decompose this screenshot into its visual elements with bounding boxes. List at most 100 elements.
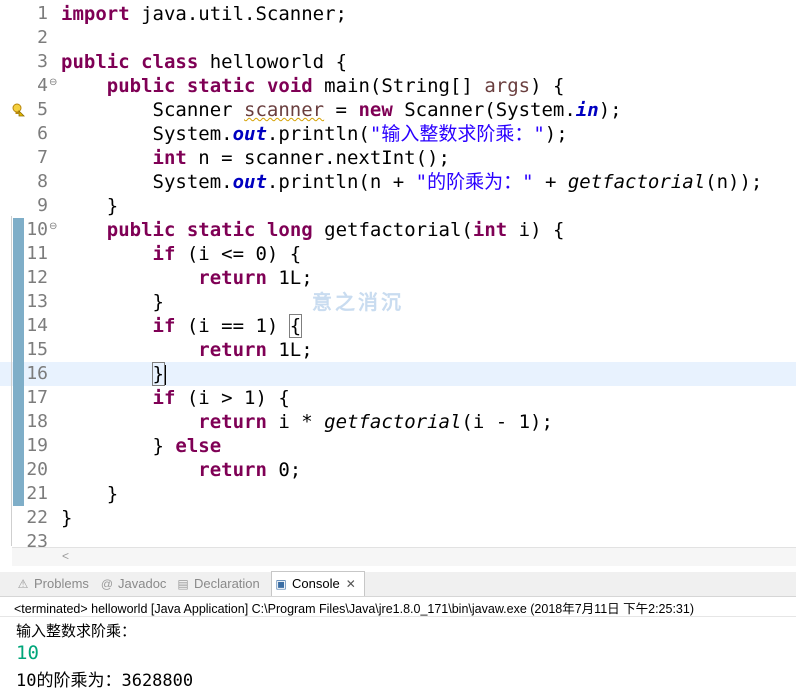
code-line[interactable]: 19 } else (0, 434, 796, 458)
fold-toggle-icon[interactable]: ⊖ (49, 218, 57, 236)
code-line[interactable]: 20 return 0; (0, 458, 796, 482)
code-token: static (186, 75, 256, 97)
code-token: { (288, 314, 303, 338)
code-token: int (472, 219, 508, 241)
tab-label: Javadoc (118, 576, 167, 591)
line-number: 1 (37, 3, 48, 24)
line-number: 15 (26, 339, 48, 360)
change-marker (13, 314, 24, 338)
code-token: int (152, 147, 187, 169)
tab-problems[interactable]: ⚠ Problems (14, 572, 92, 596)
tab-console[interactable]: ▣ Console ✕ (271, 571, 365, 596)
line-number: 17 (26, 387, 48, 408)
code-token: } (61, 507, 73, 529)
code-line[interactable]: 10 ⊖ public static long getfactorial(int … (0, 218, 796, 242)
code-line[interactable]: 3 public class helloworld { (0, 50, 796, 74)
line-number: 2 (37, 27, 48, 48)
code-token: public (61, 51, 130, 73)
line-number: 4 (37, 75, 48, 96)
code-text: Scanner scanner = new Scanner(System.in)… (61, 98, 622, 122)
code-token: void (266, 75, 313, 97)
change-marker (13, 386, 24, 410)
code-token: if (152, 387, 176, 409)
code-token: helloworld { (198, 51, 348, 73)
change-marker (13, 290, 24, 314)
code-text: public class helloworld { (61, 50, 347, 74)
code-line[interactable]: 9 } (0, 194, 796, 218)
code-text: System.out.println("输入整数求阶乘："); (61, 122, 568, 146)
code-line[interactable]: 2 (0, 26, 796, 50)
code-line[interactable]: 15 return 1L; (0, 338, 796, 362)
code-token: 1L; (266, 267, 313, 289)
change-marker (13, 482, 24, 506)
console-output-prompt: 输入整数求阶乘： (16, 622, 137, 640)
code-token: new (358, 99, 393, 121)
line-number: 12 (26, 267, 48, 288)
code-line[interactable]: 23 (0, 530, 796, 547)
tab-label: Declaration (194, 576, 260, 591)
code-text: } else (61, 434, 222, 458)
console-icon: ▣ (275, 577, 287, 591)
horizontal-scrollbar[interactable]: < (12, 547, 796, 566)
code-token: else (175, 435, 222, 457)
code-line[interactable]: 4 ⊖ public static void main(String[] args… (0, 74, 796, 98)
code-text: } (61, 482, 118, 506)
line-number: 11 (26, 243, 48, 264)
code-token: n = scanner.nextInt(); (186, 147, 450, 169)
code-line[interactable]: 21 } (0, 482, 796, 506)
line-number: 13 (26, 291, 48, 312)
console-status: <terminated> helloworld [Java Applicatio… (14, 602, 694, 616)
code-line[interactable]: 11 if (i <= 0) { (0, 242, 796, 266)
code-token: return (198, 459, 267, 481)
tab-declaration[interactable]: ▤ Declaration (174, 572, 266, 596)
code-line[interactable]: 17 if (i > 1) { (0, 386, 796, 410)
code-line[interactable]: 5 Scanner scanner = new Scanner(System.i… (0, 98, 796, 122)
fold-toggle-icon[interactable]: ⊖ (49, 74, 57, 92)
code-editor[interactable]: 1 import java.util.Scanner; 2 3 public class… (0, 0, 796, 547)
code-token: "的阶乘为：" (415, 171, 534, 193)
code-line[interactable]: 22} (0, 506, 796, 530)
code-token: 0; (266, 459, 302, 481)
close-icon[interactable]: ✕ (346, 577, 356, 591)
code-text: import java.util.Scanner; (61, 2, 347, 26)
warning-bulb-icon[interactable] (11, 103, 25, 117)
line-number: 20 (26, 459, 48, 480)
console-divider (0, 616, 796, 617)
code-text: public static long getfactorial(int i) { (61, 218, 565, 242)
code-line[interactable]: 1 import java.util.Scanner; (0, 2, 796, 26)
code-token: .println(n + (266, 171, 416, 193)
code-token: out (232, 171, 267, 193)
change-marker (13, 458, 24, 482)
code-line[interactable]: 8 System.out.println(n + "的阶乘为：" + getfa… (0, 170, 796, 194)
code-line[interactable]: 16 } (0, 362, 796, 386)
change-marker (13, 338, 24, 362)
line-number: 22 (26, 507, 48, 528)
code-line[interactable]: 6 System.out.println("输入整数求阶乘："); (0, 122, 796, 146)
code-token: } (151, 362, 166, 386)
watermark-text: 意之消沉 (312, 290, 404, 314)
problems-icon: ⚠ (17, 577, 29, 591)
javadoc-icon: @ (100, 577, 114, 591)
code-text: public static void main(String[] args) { (61, 74, 565, 98)
code-token: "输入整数求阶乘：" (369, 123, 545, 145)
code-line[interactable]: 14 if (i == 1) { (0, 314, 796, 338)
code-line[interactable]: 18 return i * getfactorial(i - 1); (0, 410, 796, 434)
code-token: Scanner (61, 99, 245, 121)
line-number: 9 (37, 195, 48, 216)
scroll-left-icon[interactable]: < (62, 549, 69, 563)
code-line[interactable]: 7 int n = scanner.nextInt(); (0, 146, 796, 170)
code-token: 1L; (266, 339, 313, 361)
tab-javadoc[interactable]: @ Javadoc (98, 572, 168, 596)
code-token: public (106, 75, 176, 97)
line-number: 8 (37, 171, 48, 192)
code-token: if (152, 243, 176, 265)
code-lines[interactable]: 1 import java.util.Scanner; 2 3 public class… (0, 2, 796, 547)
code-text: return 1L; (61, 338, 313, 362)
code-token: return (198, 339, 267, 361)
line-number: 10 (26, 219, 48, 240)
